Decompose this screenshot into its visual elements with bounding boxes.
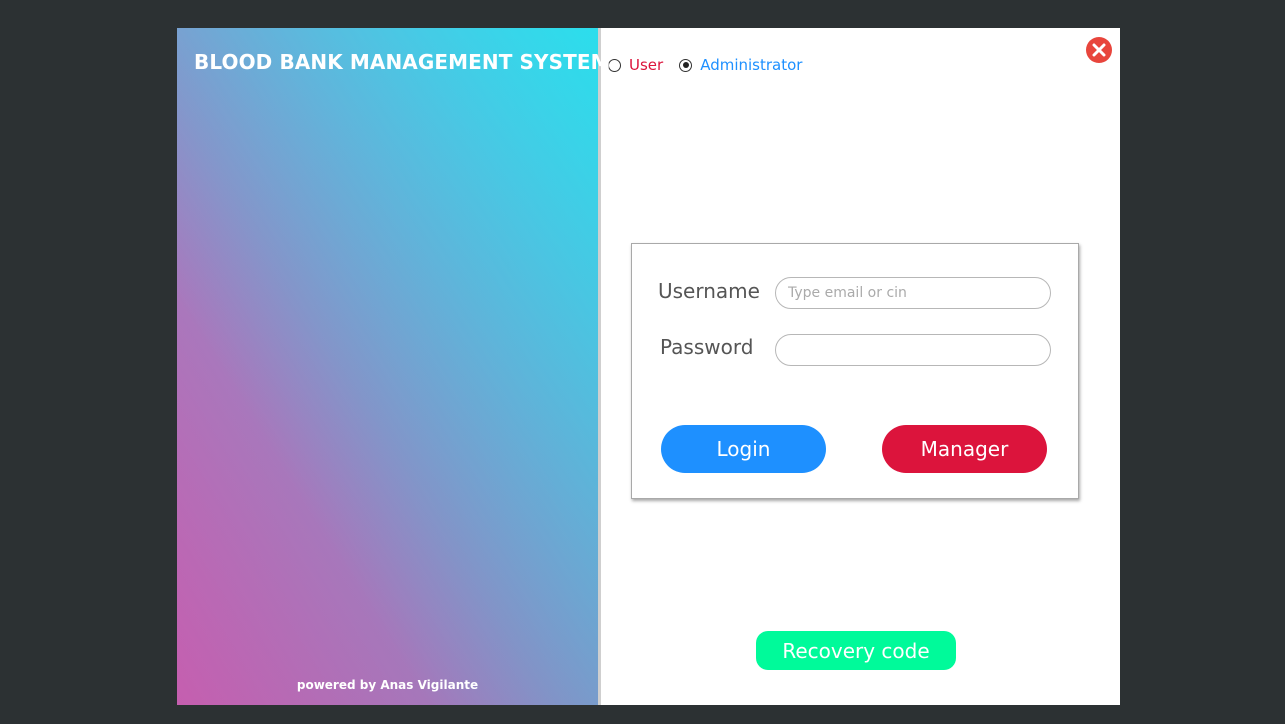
panel-divider	[598, 28, 601, 705]
close-icon	[1092, 43, 1106, 57]
password-label: Password	[660, 335, 754, 359]
radio-user[interactable]: User	[608, 56, 679, 74]
close-button[interactable]	[1086, 37, 1112, 63]
role-selector: User Administrator	[608, 56, 802, 74]
radio-user-label[interactable]: User	[629, 56, 663, 74]
username-input[interactable]	[775, 277, 1051, 309]
username-label: Username	[658, 279, 760, 303]
radio-administrator[interactable]: Administrator	[679, 56, 802, 74]
branding-panel: BLOOD BANK MANAGEMENT SYSTEM powered by …	[177, 28, 611, 705]
login-button[interactable]: Login	[661, 425, 826, 473]
login-window: BLOOD BANK MANAGEMENT SYSTEM powered by …	[177, 28, 1120, 705]
radio-administrator-label[interactable]: Administrator	[700, 56, 802, 74]
login-form: Username Password Login Manager	[631, 243, 1079, 499]
app-title: BLOOD BANK MANAGEMENT SYSTEM	[194, 50, 611, 74]
recovery-code-button[interactable]: Recovery code	[756, 631, 956, 670]
manager-button[interactable]: Manager	[882, 425, 1047, 473]
radio-administrator-button[interactable]	[679, 58, 693, 72]
password-input[interactable]	[775, 334, 1051, 366]
powered-by-text: powered by Anas Vigilante	[296, 678, 479, 692]
